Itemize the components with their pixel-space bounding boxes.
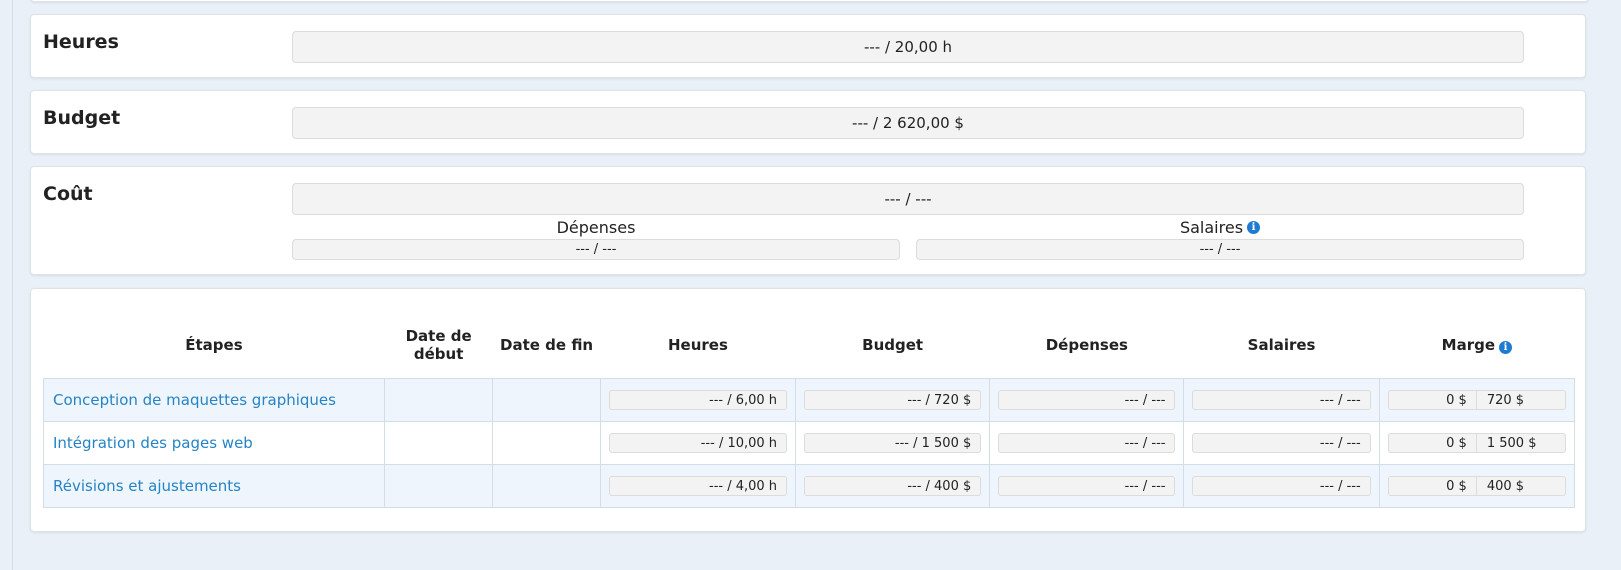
step-budget-cell: --- / 1 500 $ [795,421,991,465]
left-panel-edge [0,0,13,570]
step-expenses-field: --- / --- [998,476,1176,496]
step-budget-cell: --- / 400 $ [795,464,991,508]
step-expenses-cell: --- / --- [989,378,1185,422]
step-end-date [492,464,601,508]
hours-title: Heures [43,31,119,53]
steps-table: Étapes Date de début Date de fin Heures … [43,312,1576,508]
header-end-date: Date de fin [500,336,594,354]
cost-total-field: --- / --- [292,183,1524,215]
step-budget-cell: --- / 720 $ [795,378,991,422]
step-salaries-field: --- / --- [1192,390,1371,410]
header-expenses: Dépenses [1045,336,1128,354]
table-row: Conception de maquettes graphiques --- /… [43,378,1576,422]
step-hours-field: --- / 6,00 h [608,390,788,410]
cost-card: Coût --- / --- Dépenses Salaires i --- /… [30,166,1586,275]
salaries-field: --- / --- [916,239,1524,260]
budget-card: Budget --- / 2 620,00 $ [30,90,1586,154]
step-hours-cell: --- / 10,00 h [599,421,797,465]
expenses-label: Dépenses [292,216,900,238]
margin-planned: 1 500 $ [1486,435,1537,451]
step-expenses-cell: --- / --- [989,464,1185,508]
step-margin-field: 0 $ 720 $ [1387,390,1566,410]
header-budget: Budget [862,336,924,354]
step-salaries-cell: --- / --- [1183,464,1380,508]
header-margin: Marge i [1379,312,1574,379]
step-budget-field: --- / 1 500 $ [804,433,982,453]
step-name-link[interactable]: Intégration des pages web [43,421,385,465]
step-budget-field: --- / 400 $ [804,476,982,496]
step-expenses-field: --- / --- [998,390,1176,410]
margin-actual: 0 $ [1389,477,1477,495]
step-margin-cell: 0 $ 1 500 $ [1378,421,1576,465]
step-expenses-cell: --- / --- [989,421,1185,465]
budget-total-field: --- / 2 620,00 $ [292,107,1524,139]
step-name-link[interactable]: Révisions et ajustements [43,464,385,508]
header-salaries: Salaires [1247,336,1316,354]
step-margin-field: 0 $ 400 $ [1387,476,1566,496]
step-end-date [492,378,601,422]
budget-title: Budget [43,107,121,129]
step-hours-cell: --- / 4,00 h [599,464,797,508]
hours-total-field: --- / 20,00 h [292,31,1524,63]
expenses-label-text: Dépenses [556,217,636,237]
step-start-date [383,378,494,422]
step-salaries-field: --- / --- [1192,476,1371,496]
header-steps: Étapes [185,336,243,354]
step-hours-field: --- / 4,00 h [608,476,788,496]
margin-planned: 720 $ [1486,392,1525,408]
step-hours-field: --- / 10,00 h [608,433,788,453]
step-start-date [383,464,494,508]
step-hours-cell: --- / 6,00 h [599,378,797,422]
expenses-field: --- / --- [292,239,900,260]
salaries-label-text: Salaires [1179,217,1244,237]
margin-actual: 0 $ [1389,434,1477,452]
header-margin-text: Marge [1441,336,1496,354]
step-budget-field: --- / 720 $ [804,390,982,410]
step-margin-cell: 0 $ 400 $ [1378,464,1576,508]
table-header-row: Étapes Date de début Date de fin Heures … [44,312,1575,379]
hours-card: Heures --- / 20,00 h [30,14,1586,78]
step-end-date [492,421,601,465]
header-start-date: Date de début [405,327,472,363]
step-name-link[interactable]: Conception de maquettes graphiques [43,378,385,422]
step-salaries-cell: --- / --- [1183,421,1380,465]
step-salaries-cell: --- / --- [1183,378,1380,422]
table-row: Révisions et ajustements --- / 4,00 h --… [43,464,1576,508]
margin-planned: 400 $ [1486,478,1525,494]
steps-card: Étapes Date de début Date de fin Heures … [30,288,1586,532]
step-margin-field: 0 $ 1 500 $ [1387,433,1566,453]
cost-title: Coût [43,183,93,205]
step-expenses-field: --- / --- [998,433,1176,453]
header-hours: Heures [667,336,728,354]
salaries-label: Salaires i [916,216,1524,238]
info-icon[interactable]: i [1499,341,1513,354]
step-margin-cell: 0 $ 720 $ [1378,378,1576,422]
previous-card-edge [30,0,1589,2]
table-row: Intégration des pages web --- / 10,00 h … [43,421,1576,465]
info-icon[interactable]: i [1247,220,1261,234]
step-salaries-field: --- / --- [1192,433,1371,453]
step-start-date [383,421,494,465]
margin-actual: 0 $ [1389,391,1477,409]
